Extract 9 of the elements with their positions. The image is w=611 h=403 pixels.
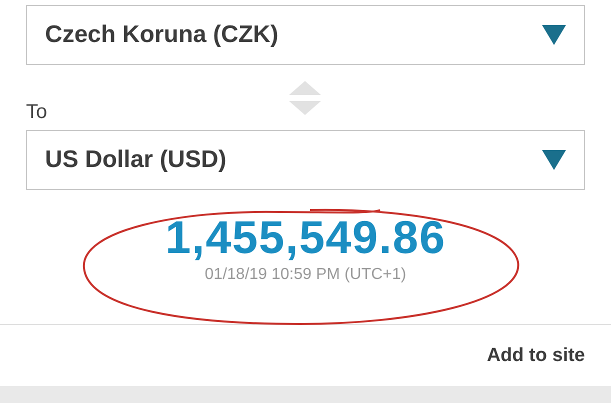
timestamp: 01/18/19 10:59 PM (UTC+1)	[204, 266, 406, 284]
swap-icon[interactable]	[289, 81, 321, 115]
currency-select[interactable]: Czech Koruna (CZK)	[26, 5, 585, 65]
to-label: To	[26, 101, 48, 124]
dropdown-caret-icon	[542, 25, 566, 45]
add-to-site-link[interactable]: Add to site	[486, 344, 585, 366]
currency-select[interactable]: US Dollar (USD)	[26, 130, 585, 190]
dropdown-caret-icon	[542, 150, 566, 170]
converted-amount: 1,455,549.86	[165, 210, 446, 264]
